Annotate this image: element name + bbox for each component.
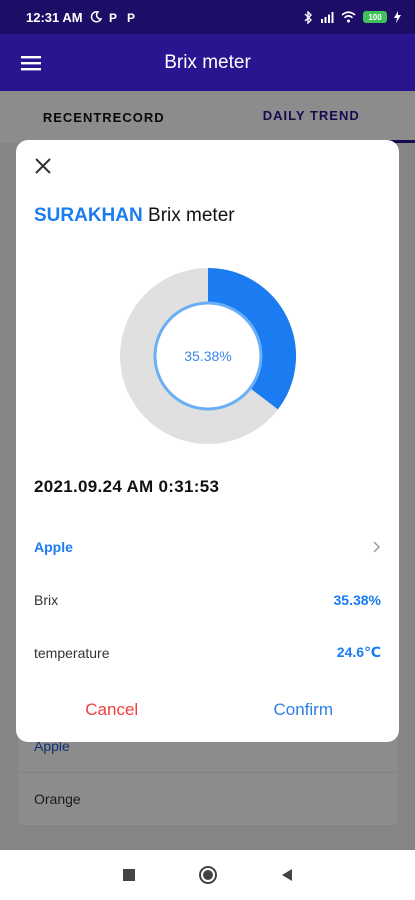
battery-indicator: 100 bbox=[363, 11, 387, 23]
dialog-title-suffix: Brix meter bbox=[148, 205, 235, 226]
brix-label: Brix bbox=[34, 591, 59, 608]
app-bar: Brix meter bbox=[0, 34, 415, 91]
close-button[interactable] bbox=[30, 153, 56, 179]
fruit-row[interactable]: Apple bbox=[16, 520, 399, 573]
svg-text:P: P bbox=[127, 11, 135, 23]
brix-row: Brix 35.38% bbox=[16, 573, 399, 626]
app-title: Brix meter bbox=[164, 51, 251, 73]
stop-icon[interactable] bbox=[122, 868, 136, 882]
temperature-row: temperature 24.6℃ bbox=[16, 626, 399, 679]
temperature-label: temperature bbox=[34, 644, 110, 661]
chevron-right-icon bbox=[373, 540, 381, 553]
bluetooth-icon bbox=[304, 10, 312, 24]
signal-icon bbox=[321, 12, 334, 23]
screen: 12:31 AM P P 100 Brix meter RECENTRECORD… bbox=[0, 0, 415, 900]
wifi-icon bbox=[341, 11, 356, 23]
p-icon: P bbox=[109, 11, 117, 23]
brix-donut-chart: 35.38% bbox=[120, 268, 296, 444]
svg-text:P: P bbox=[109, 11, 117, 23]
confirm-button[interactable]: Confirm bbox=[208, 688, 400, 732]
record-datetime: 2021.09.24 AM 0:31:53 bbox=[34, 477, 220, 496]
brand-name: SURAKHAN bbox=[34, 205, 143, 226]
dialog-actions: Cancel Confirm bbox=[16, 688, 399, 732]
charging-icon bbox=[394, 11, 401, 23]
moon-icon bbox=[90, 11, 102, 23]
back-icon[interactable] bbox=[280, 868, 294, 882]
dialog-title: SURAKHAN Brix meter bbox=[34, 205, 235, 227]
system-nav-bar bbox=[0, 850, 415, 900]
cancel-button[interactable]: Cancel bbox=[16, 688, 208, 732]
record-dialog: SURAKHAN Brix meter 35.38% 2021.09.24 AM… bbox=[16, 140, 399, 742]
close-icon bbox=[35, 158, 51, 174]
brix-value: 35.38% bbox=[333, 591, 381, 608]
p-icon: P bbox=[127, 11, 135, 23]
temperature-value: 24.6℃ bbox=[336, 644, 381, 660]
home-icon[interactable] bbox=[198, 865, 218, 885]
donut-percent-label: 35.38% bbox=[184, 348, 231, 364]
fruit-name: Apple bbox=[34, 538, 73, 555]
status-time: 12:31 AM bbox=[26, 9, 83, 25]
status-bar: 12:31 AM P P 100 bbox=[0, 0, 415, 34]
